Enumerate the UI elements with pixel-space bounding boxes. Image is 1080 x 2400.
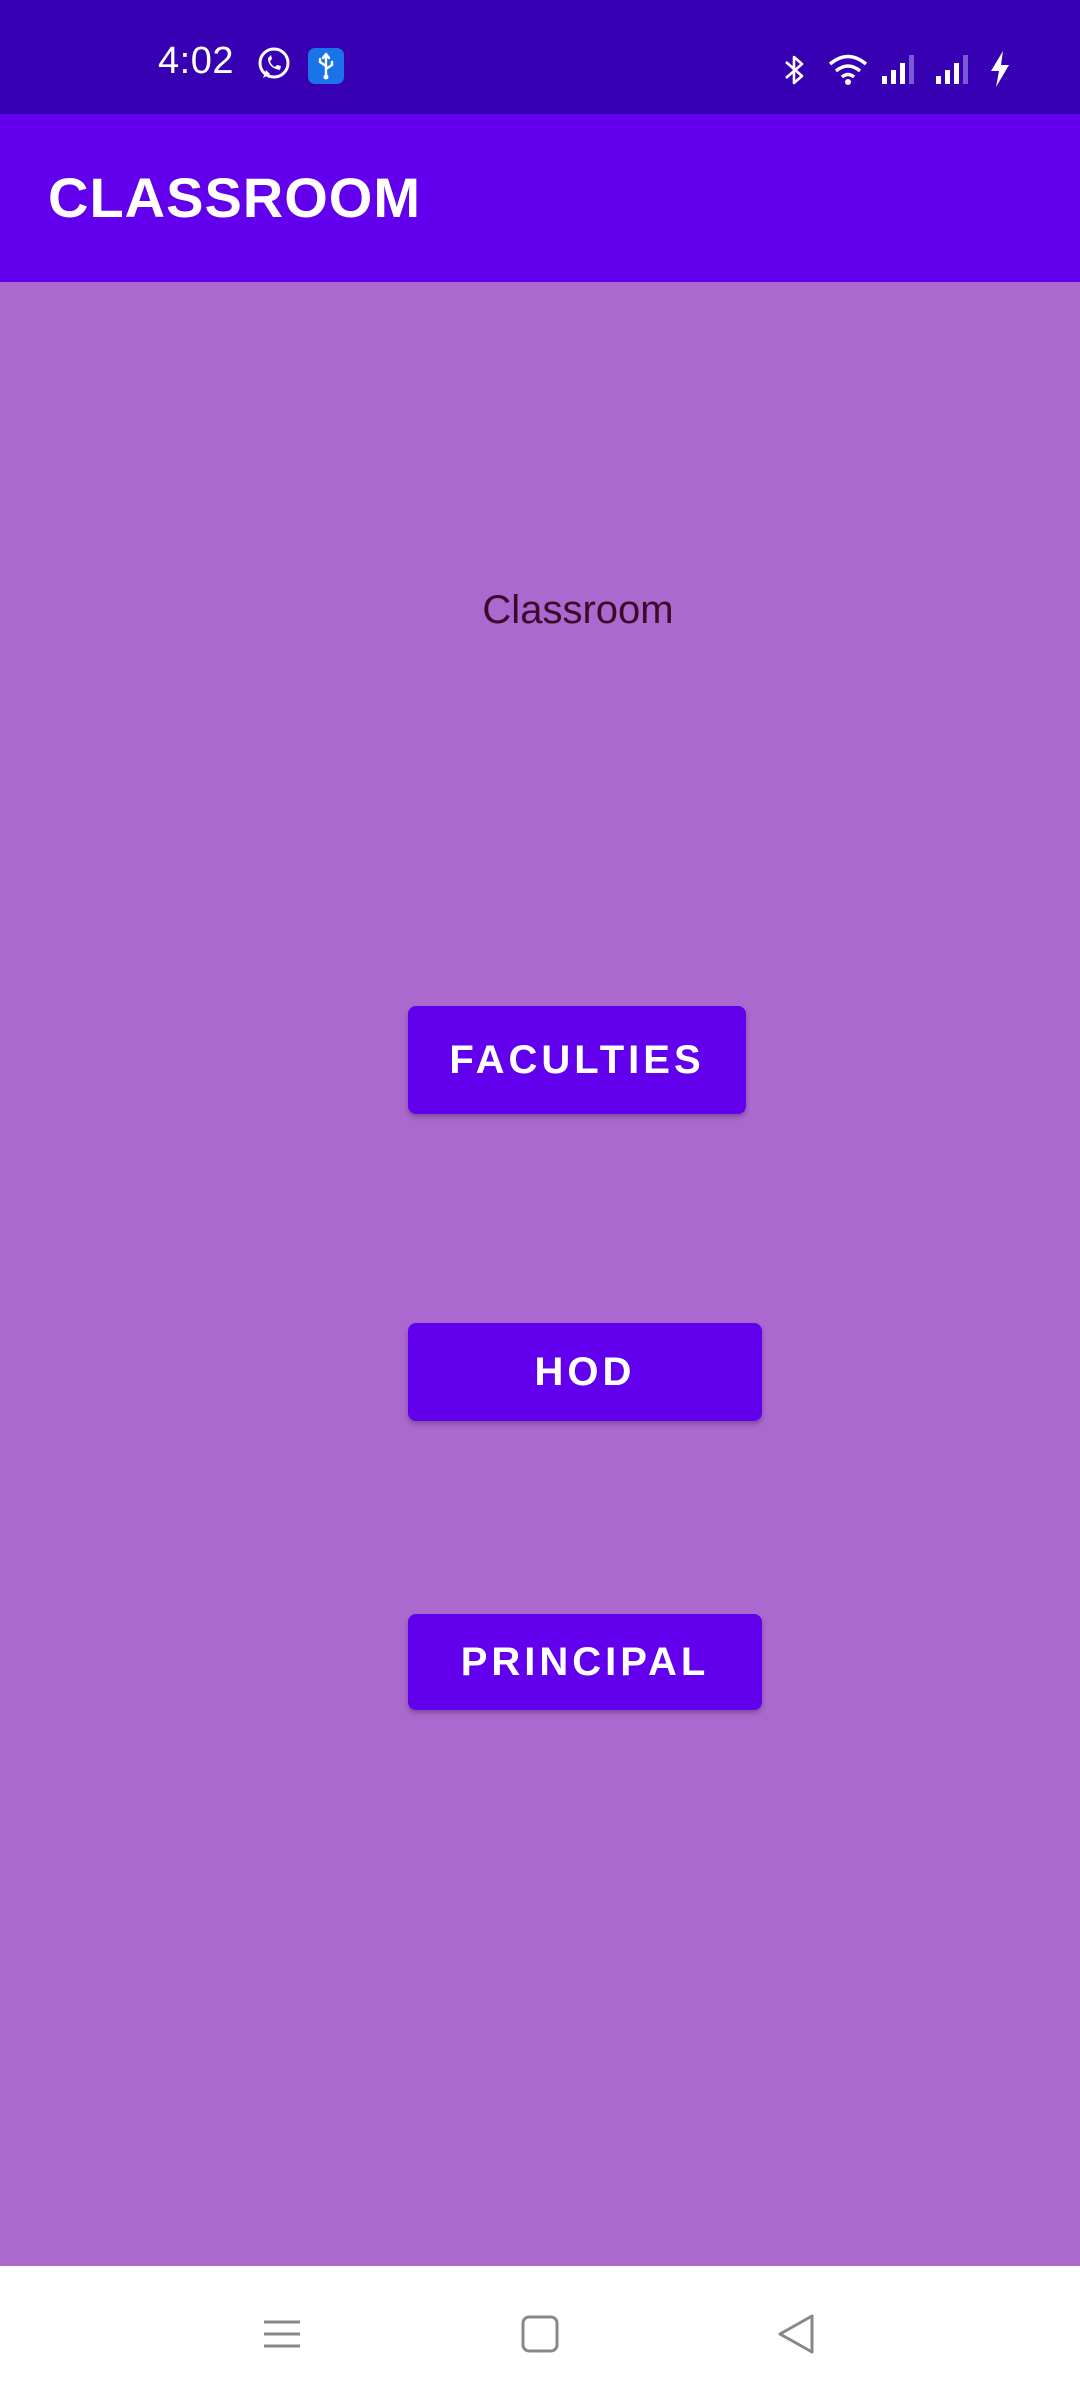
principal-button[interactable]: PRINCIPAL [408,1614,762,1710]
back-icon[interactable] [766,2304,826,2364]
bluetooth-icon [785,55,804,85]
whatsapp-icon [258,47,290,79]
faculties-button[interactable]: FACULTIES [408,1006,746,1114]
home-icon[interactable] [510,2304,570,2364]
signal-icon [882,55,914,84]
main-content: Classroom FACULTIES HOD PRINCIPAL [0,282,1080,2266]
wifi-icon [828,54,868,85]
app-title: CLASSROOM [48,166,421,229]
signal-icon [936,55,968,84]
status-time: 4:02 [158,40,234,82]
app-bar: CLASSROOM [0,114,1080,282]
menu-icon[interactable] [252,2304,312,2364]
hod-button[interactable]: HOD [408,1323,762,1421]
status-bar: 4:02 [0,0,1080,114]
classroom-heading: Classroom [482,588,674,632]
navigation-bar [0,2266,1080,2400]
usb-icon [308,48,344,84]
charging-icon [991,51,1009,87]
